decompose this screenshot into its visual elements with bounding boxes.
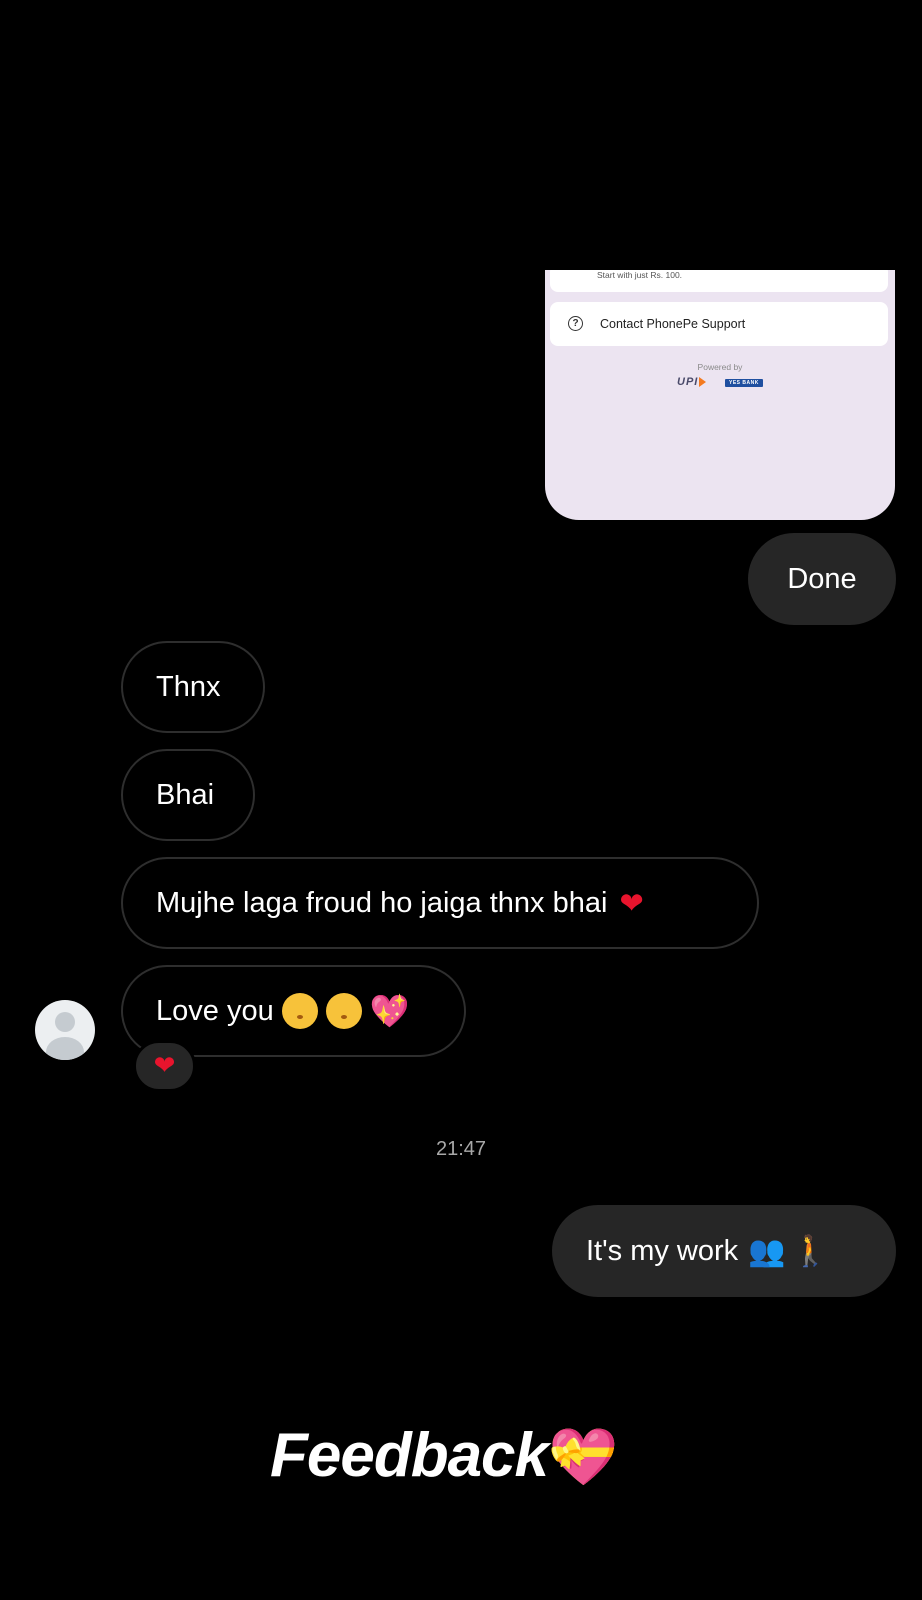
feedback-caption: Feedback💝: [270, 1420, 618, 1491]
message-text: Thnx: [156, 670, 221, 703]
feedback-caption-text: Feedback: [270, 1421, 549, 1490]
message-text: Love you: [156, 994, 274, 1027]
kissing-face-icon: [281, 993, 318, 1029]
contact-support-row: ? Contact PhonePe Support: [550, 302, 888, 346]
heart-with-ribbon-icon: 💝: [548, 1425, 618, 1490]
message-timestamp: 21:47: [435, 1138, 487, 1160]
message-text: Bhai: [156, 778, 215, 811]
avatar-head: [55, 1012, 75, 1032]
shared-screenshot-card[interactable]: Start with just Rs. 100. ? Contact Phone…: [545, 270, 895, 520]
contact-support-label: Contact PhonePe Support: [600, 317, 746, 331]
red-heart-icon: ❤: [619, 886, 644, 920]
message-sent-work[interactable]: It's my work 👥 🚶: [552, 1205, 896, 1297]
message-text: It's my work: [586, 1234, 739, 1267]
kissing-smiling-face-icon: [325, 993, 362, 1029]
message-received-mujhe[interactable]: Mujhe laga froud ho jaiga thnx bhai ❤: [121, 857, 759, 949]
powered-by-label: Powered by: [697, 362, 743, 372]
message-sent-done[interactable]: Done: [748, 533, 896, 625]
heart-reaction-icon: ❤: [153, 1051, 176, 1081]
person-walking-icon: 🚶: [791, 1233, 829, 1269]
card-offer-row: Start with just Rs. 100.: [550, 270, 888, 292]
avatar[interactable]: [35, 1000, 95, 1060]
heart-reaction-badge[interactable]: ❤: [133, 1040, 196, 1092]
upi-arrow-icon: [699, 377, 707, 388]
offer-subtext: Start with just Rs. 100.: [597, 270, 683, 280]
message-text: Done: [787, 562, 857, 595]
upi-logo-text: UPI: [677, 376, 699, 388]
sparkling-heart-icon: 💖: [369, 993, 410, 1029]
help-icon: ?: [568, 316, 583, 331]
message-received-bhai[interactable]: Bhai: [121, 749, 255, 841]
message-text: Mujhe laga froud ho jaiga thnx bhai: [156, 886, 608, 919]
bank-logo: YES BANK: [725, 379, 763, 387]
upi-logo: UPI: [677, 376, 707, 388]
people-hugging-icon: 👥: [748, 1233, 786, 1269]
message-received-thnx[interactable]: Thnx: [121, 641, 265, 733]
avatar-body: [46, 1037, 84, 1060]
